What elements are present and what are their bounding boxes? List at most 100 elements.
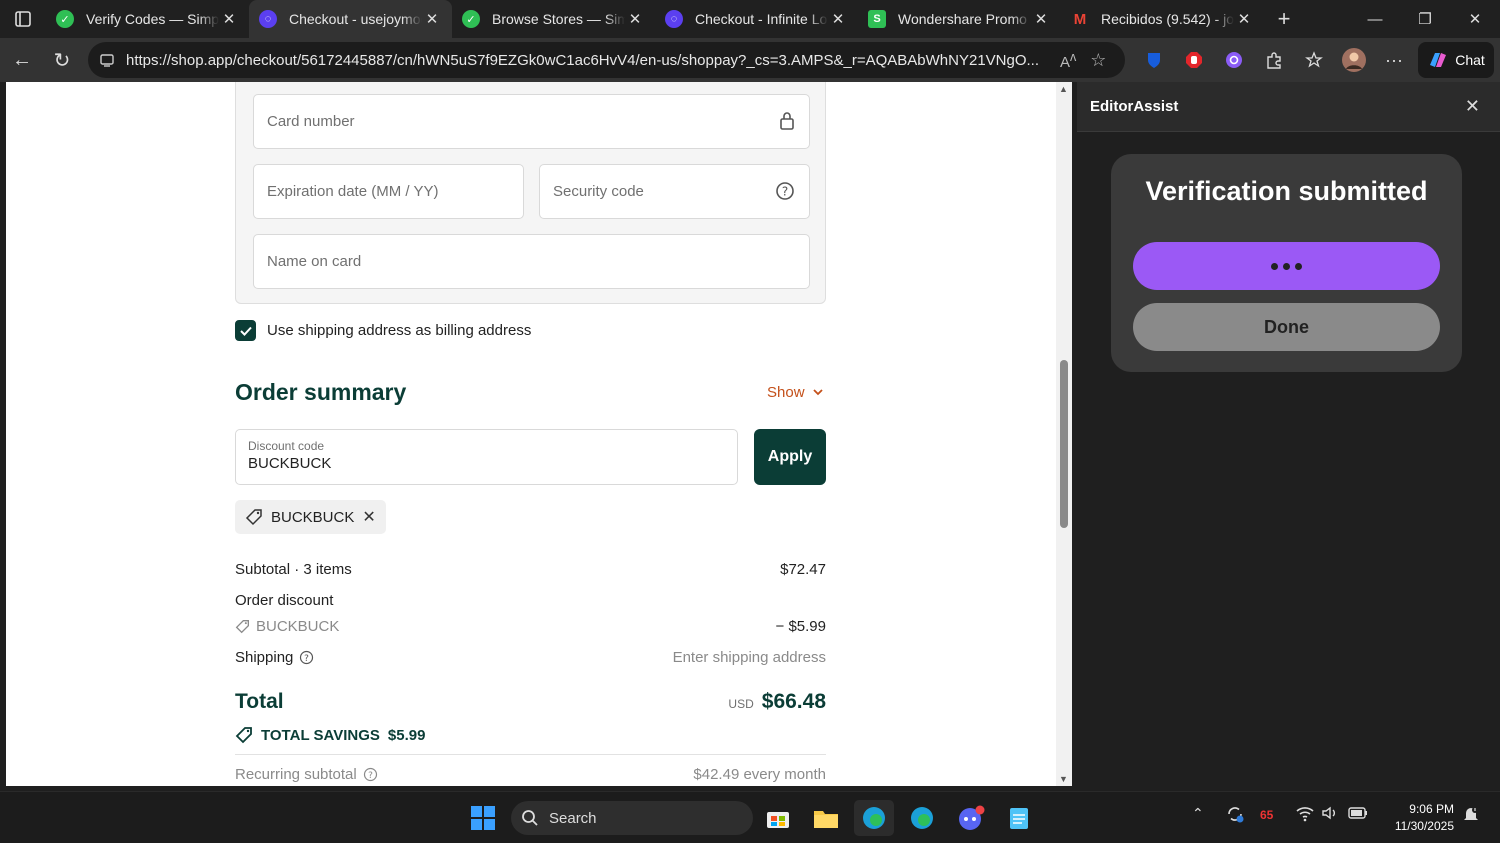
browser-tab[interactable]: M Recibidos (9.542) - jona ✕ [1061, 0, 1264, 38]
close-tab-icon[interactable]: ✕ [422, 10, 442, 28]
security-code-field[interactable]: Security code ? [539, 164, 810, 219]
scroll-down-icon[interactable]: ▼ [1059, 774, 1068, 784]
card-details-section: Card number Expiration date (MM / YY) Se… [235, 82, 826, 304]
card-number-field[interactable]: Card number [253, 94, 810, 149]
wifi-icon[interactable] [1295, 804, 1315, 825]
done-button[interactable]: Done [1133, 303, 1440, 351]
sync-icon[interactable] [1225, 804, 1245, 827]
collections-icon[interactable] [1294, 42, 1334, 78]
savings-label: TOTAL SAVINGS [261, 726, 380, 744]
copilot-chat-button[interactable]: Chat [1418, 42, 1494, 78]
currency-label: USD [728, 697, 754, 711]
taskbar-search[interactable]: Search [511, 801, 753, 835]
order-discount-label: Order discount [235, 592, 334, 609]
minimize-icon[interactable]: — [1350, 0, 1400, 38]
card-number-placeholder: Card number [267, 113, 355, 130]
help-icon[interactable]: ? [299, 650, 314, 665]
profile-avatar[interactable] [1334, 42, 1374, 78]
page-scrollbar[interactable]: ▲ ▼ [1056, 82, 1072, 786]
close-panel-icon[interactable]: ✕ [1465, 96, 1480, 117]
purple-extension-icon[interactable] [1214, 42, 1254, 78]
discount-code-label: Discount code [248, 439, 325, 453]
discount-code-input[interactable]: Discount code BUCKBUCK [235, 429, 738, 485]
read-aloud-icon[interactable]: Aʌ [1060, 50, 1076, 71]
tag-icon [235, 727, 252, 744]
volume-icon[interactable] [1321, 804, 1339, 825]
name-on-card-placeholder: Name on card [267, 253, 362, 270]
editorassist-side-panel: EditorAssist ✕ Verification submitted Do… [1077, 82, 1500, 786]
total-savings: TOTAL SAVINGS $5.99 [235, 726, 425, 744]
help-icon[interactable]: ? [775, 181, 795, 201]
loading-button[interactable] [1133, 242, 1440, 290]
search-icon [522, 810, 538, 826]
scrollbar-thumb[interactable] [1060, 360, 1068, 528]
scroll-up-icon[interactable]: ▲ [1059, 84, 1068, 94]
tag-icon [235, 620, 249, 634]
file-explorer-icon[interactable] [806, 800, 846, 836]
show-summary-toggle[interactable]: Show [767, 384, 823, 401]
apply-button[interactable]: Apply [754, 429, 826, 485]
browser-tab[interactable]: ✓ Verify Codes — SimplyCodes ✕ [46, 0, 249, 38]
close-tab-icon[interactable]: ✕ [219, 10, 239, 28]
notepad-icon[interactable] [999, 800, 1039, 836]
billing-address-checkbox-row[interactable]: Use shipping address as billing address [235, 320, 531, 341]
battery-icon[interactable] [1347, 804, 1369, 825]
verification-card: Verification submitted Done [1111, 154, 1462, 372]
start-button[interactable] [463, 800, 503, 836]
new-tab-button[interactable]: + [1264, 6, 1304, 32]
simplycodes-favicon-icon: ✓ [56, 10, 74, 28]
loading-dot [1295, 262, 1302, 270]
remove-discount-icon[interactable]: ✕ [362, 507, 375, 527]
system-clock[interactable]: 9:06 PM 11/30/2025 [1380, 801, 1454, 835]
close-tab-icon[interactable]: ✕ [828, 10, 848, 28]
order-summary-title: Order summary [235, 379, 407, 405]
edge-profile-taskbar-icon[interactable] [902, 800, 942, 836]
close-tab-icon[interactable]: ✕ [1234, 10, 1254, 28]
discord-icon[interactable] [951, 800, 991, 836]
site-info-icon[interactable] [100, 53, 114, 67]
browser-tab-active[interactable]: ◌ Checkout - usejoymode ✕ [249, 0, 452, 38]
window-controls: — ❐ ✕ [1350, 0, 1500, 38]
discount-code-value[interactable]: BUCKBUCK [248, 455, 725, 472]
expiration-date-field[interactable]: Expiration date (MM / YY) [253, 164, 524, 219]
discount-code-line: BUCKBUCK − $5.99 [235, 618, 826, 635]
tray-badge-count[interactable]: 65 [1260, 808, 1273, 822]
extensions-puzzle-icon[interactable] [1254, 42, 1294, 78]
show-hidden-icons[interactable]: ⌃ [1192, 805, 1204, 822]
browser-tab[interactable]: ✓ Browse Stores — SimplyCodes ✕ [452, 0, 655, 38]
close-tab-icon[interactable]: ✕ [1031, 10, 1051, 28]
adblock-extension-icon[interactable] [1174, 42, 1214, 78]
restore-icon[interactable]: ❐ [1400, 0, 1450, 38]
copilot-icon [1430, 53, 1447, 67]
order-discount-row: Order discount [235, 592, 826, 609]
tab-title: Checkout - usejoymode [289, 11, 422, 27]
more-options-icon[interactable]: ··· [1374, 42, 1414, 78]
tab-actions-button[interactable] [0, 0, 46, 38]
tag-icon [245, 509, 262, 526]
shop-favicon-icon: ◌ [665, 10, 683, 28]
back-icon[interactable]: ← [2, 40, 42, 80]
checkbox-checked-icon[interactable] [235, 320, 256, 341]
browser-tab[interactable]: S Wondershare Promo Codes ✕ [858, 0, 1061, 38]
browser-tab[interactable]: ◌ Checkout - Infinite Love ✕ [655, 0, 858, 38]
security-code-placeholder: Security code [553, 183, 644, 200]
discount-code-line-text: BUCKBUCK [256, 618, 340, 635]
close-window-icon[interactable]: ✕ [1450, 0, 1500, 38]
refresh-icon[interactable]: ↻ [42, 40, 82, 80]
favorite-star-icon[interactable]: ☆ [1090, 50, 1106, 71]
tab-actions-icon [15, 11, 31, 27]
bitwarden-extension-icon[interactable] [1134, 42, 1174, 78]
side-panel-title: EditorAssist [1090, 98, 1179, 115]
edge-taskbar-icon[interactable] [854, 800, 894, 836]
tab-title: Browse Stores — SimplyCodes [492, 11, 625, 27]
close-tab-icon[interactable]: ✕ [625, 10, 645, 28]
name-on-card-field[interactable]: Name on card [253, 234, 810, 289]
url-text[interactable]: https://shop.app/checkout/56172445887/cn… [126, 52, 1046, 69]
address-bar[interactable]: https://shop.app/checkout/56172445887/cn… [88, 42, 1125, 78]
tab-title: Wondershare Promo Codes [898, 11, 1031, 27]
help-icon[interactable]: ? [363, 767, 378, 782]
notifications-icon[interactable] [1461, 804, 1481, 827]
tab-title: Checkout - Infinite Love [695, 11, 828, 27]
shop-favicon-icon: ◌ [259, 10, 277, 28]
microsoft-store-icon[interactable] [758, 800, 798, 836]
